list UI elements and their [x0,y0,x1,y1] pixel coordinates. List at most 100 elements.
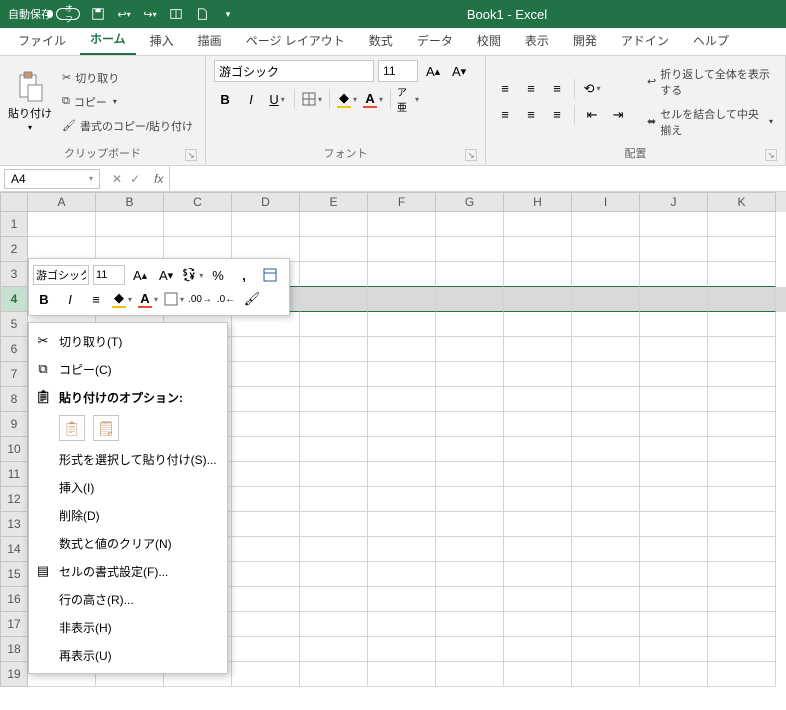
cell-E4[interactable] [300,287,368,312]
cell-I12[interactable] [572,487,640,512]
cell-K1[interactable] [708,212,776,237]
column-header-C[interactable]: C [164,192,232,212]
cell-H1[interactable] [504,212,572,237]
row-header-8[interactable]: 8 [0,387,28,412]
cell-H10[interactable] [504,437,572,462]
cell-D8[interactable] [232,387,300,412]
cell-E2[interactable] [300,237,368,262]
cell-F12[interactable] [368,487,436,512]
column-header-F[interactable]: F [368,192,436,212]
underline-button[interactable]: U [266,88,288,110]
tab-view[interactable]: 表示 [515,26,559,55]
cell-J10[interactable] [640,437,708,462]
tab-file[interactable]: ファイル [8,26,76,55]
cell-G15[interactable] [436,562,504,587]
cell-J9[interactable] [640,412,708,437]
cell-I19[interactable] [572,662,640,687]
cell-I10[interactable] [572,437,640,462]
cell-H19[interactable] [504,662,572,687]
menu-hide[interactable]: 非表示(H) [29,613,227,641]
cell-F19[interactable] [368,662,436,687]
align-center-icon[interactable]: ≡ [520,104,542,126]
cell-G14[interactable] [436,537,504,562]
font-size-combo[interactable] [378,60,418,82]
row-header-7[interactable]: 7 [0,362,28,387]
cell-H5[interactable] [504,312,572,337]
fx-icon[interactable]: fx [148,172,169,186]
tab-insert[interactable]: 挿入 [140,26,184,55]
mini-bold-button[interactable]: B [33,288,55,310]
cell-F11[interactable] [368,462,436,487]
cell-K6[interactable] [708,337,776,362]
cell-H15[interactable] [504,562,572,587]
cell-K16[interactable] [708,587,776,612]
column-header-K[interactable]: K [708,192,776,212]
phonetic-button[interactable]: ア亜 [397,88,419,110]
cell-H7[interactable] [504,362,572,387]
cell-H18[interactable] [504,637,572,662]
cell-E12[interactable] [300,487,368,512]
cell-I8[interactable] [572,387,640,412]
increase-indent-icon[interactable]: ⇥ [607,104,629,126]
cell-H6[interactable] [504,337,572,362]
row-header-4[interactable]: 4 [0,287,28,312]
column-header-I[interactable]: I [572,192,640,212]
qat-customize-icon[interactable]: ▾ [220,6,236,22]
cell-I1[interactable] [572,212,640,237]
cell-K14[interactable] [708,537,776,562]
cell-J11[interactable] [640,462,708,487]
cell-F13[interactable] [368,512,436,537]
menu-delete[interactable]: 削除(D) [29,501,227,529]
cell-F14[interactable] [368,537,436,562]
cell-F17[interactable] [368,612,436,637]
cell-E16[interactable] [300,587,368,612]
decrease-font-icon[interactable]: A▾ [448,60,470,82]
font-name-combo[interactable] [214,60,374,82]
tab-help[interactable]: ヘルプ [683,26,739,55]
cell-H13[interactable] [504,512,572,537]
cell-D18[interactable] [232,637,300,662]
menu-paste-special[interactable]: 形式を選択して貼り付け(S)... [29,445,227,473]
font-color-button[interactable]: A [362,88,384,110]
cell-E14[interactable] [300,537,368,562]
row-header-13[interactable]: 13 [0,512,28,537]
cell-J14[interactable] [640,537,708,562]
cell-G18[interactable] [436,637,504,662]
cell-D13[interactable] [232,512,300,537]
row-header-1[interactable]: 1 [0,212,28,237]
merge-center-button[interactable]: ⬌セルを結合して中央揃え▾ [643,104,777,140]
row-header-16[interactable]: 16 [0,587,28,612]
cell-K4[interactable] [708,287,776,312]
tab-developer[interactable]: 開発 [563,26,607,55]
cell-D15[interactable] [232,562,300,587]
cell-I9[interactable] [572,412,640,437]
menu-unhide[interactable]: 再表示(U) [29,641,227,669]
cell-D14[interactable] [232,537,300,562]
cell-G1[interactable] [436,212,504,237]
cell-J4[interactable] [640,287,708,312]
cell-G3[interactable] [436,262,504,287]
cell-F1[interactable] [368,212,436,237]
paste-button[interactable]: 貼り付け ▾ [8,60,52,143]
autosave-toggle[interactable]: 自動保存 オフ [8,6,80,22]
cell-H12[interactable] [504,487,572,512]
borders-button[interactable] [301,88,323,110]
mini-decrease-font-icon[interactable]: A▾ [155,264,177,286]
cell-G19[interactable] [436,662,504,687]
cell-E10[interactable] [300,437,368,462]
cell-I15[interactable] [572,562,640,587]
cell-J17[interactable] [640,612,708,637]
row-header-3[interactable]: 3 [0,262,28,287]
mini-format-painter-icon[interactable]: 🖌︎ [241,288,263,310]
cell-F4[interactable] [368,287,436,312]
cell-E5[interactable] [300,312,368,337]
cell-E19[interactable] [300,662,368,687]
cell-H16[interactable] [504,587,572,612]
cell-J1[interactable] [640,212,708,237]
save-icon[interactable] [90,6,106,22]
cell-H8[interactable] [504,387,572,412]
cell-E1[interactable] [300,212,368,237]
cell-J7[interactable] [640,362,708,387]
cell-I7[interactable] [572,362,640,387]
cell-K7[interactable] [708,362,776,387]
